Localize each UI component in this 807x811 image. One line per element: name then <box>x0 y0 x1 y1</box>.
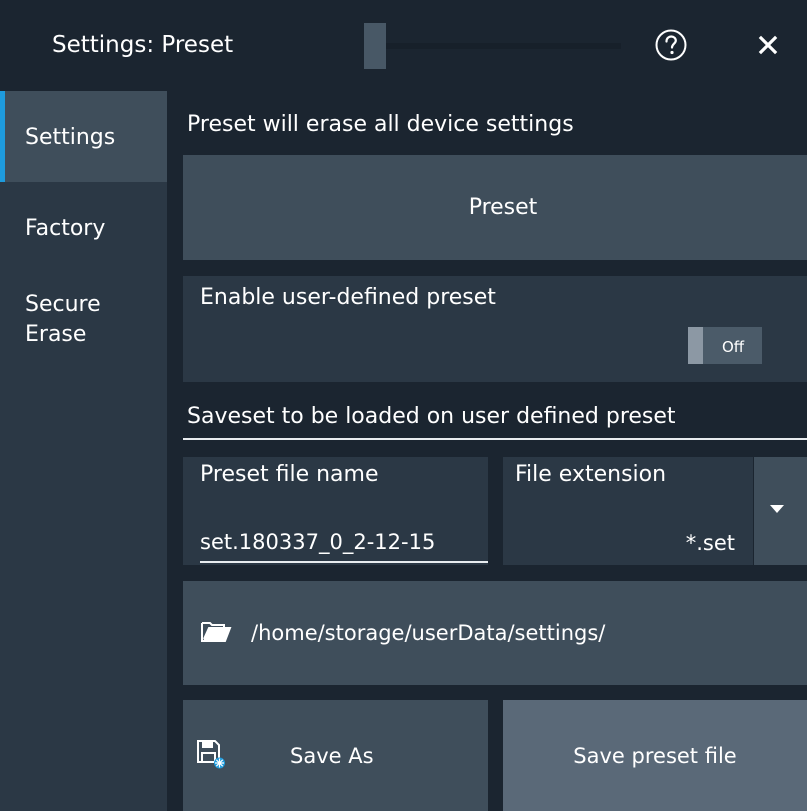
preset-button[interactable]: Preset <box>183 155 807 260</box>
toggle-knob[interactable] <box>688 327 703 364</box>
close-icon[interactable] <box>758 35 778 55</box>
sidebar-item-label-line2: Erase <box>25 322 87 347</box>
save-disk-icon <box>195 738 227 770</box>
file-path-text: /home/storage/userData/settings/ <box>251 621 606 645</box>
saveset-section-label: Saveset to be loaded on user defined pre… <box>187 404 676 429</box>
dialog-position-track[interactable] <box>371 43 621 49</box>
file-name-label: Preset file name <box>200 462 379 487</box>
file-extension-value[interactable]: *.set <box>503 529 735 557</box>
toggle-state-text: Off <box>722 338 745 356</box>
sidebar-item-label: Secure Erase <box>25 290 101 350</box>
sidebar-item-secure-erase[interactable]: Secure Erase <box>0 272 167 372</box>
chevron-down-icon <box>770 505 784 513</box>
help-circle-icon[interactable] <box>654 28 688 62</box>
file-name-input[interactable] <box>200 523 488 563</box>
save-preset-file-label: Save preset file <box>573 744 737 768</box>
sidebar-item-label-line1: Secure <box>25 292 101 317</box>
file-extension-label: File extension <box>515 462 667 487</box>
dialog-title: Settings: Preset <box>52 32 234 58</box>
preset-warning-text: Preset will erase all device settings <box>187 112 574 137</box>
folder-open-icon <box>200 619 232 643</box>
user-preset-label: Enable user-defined preset <box>200 285 496 310</box>
dialog-position-handle[interactable] <box>364 23 386 69</box>
save-as-label: Save As <box>290 744 374 768</box>
sidebar-item-label: Settings <box>25 125 116 150</box>
section-divider <box>183 438 807 440</box>
sidebar-item-label: Factory <box>25 216 106 241</box>
preset-button-label: Preset <box>468 195 538 220</box>
sidebar-item-settings[interactable]: Settings <box>0 91 167 182</box>
sidebar-item-factory[interactable]: Factory <box>0 182 167 272</box>
